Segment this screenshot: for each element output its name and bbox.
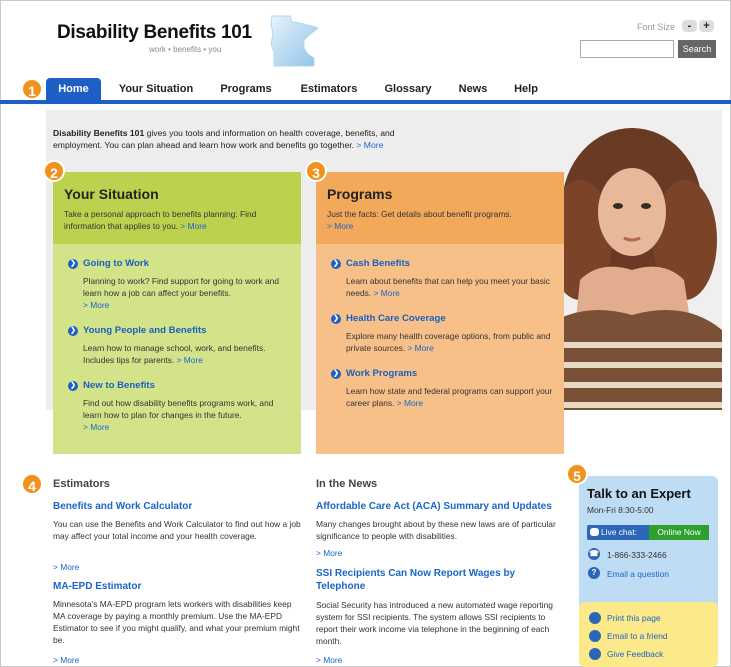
chat-bubble-icon xyxy=(590,528,599,536)
intro-bold: Disability Benefits 101 xyxy=(53,128,145,138)
print-page-link[interactable]: Print this page xyxy=(607,613,661,623)
health-care-item: ❯ Health Care Coverage Explore many healt… xyxy=(331,313,553,354)
print-icon xyxy=(589,612,601,624)
ma-epd-estimator-more-link[interactable]: > More xyxy=(53,655,79,665)
news-heading: In the News xyxy=(316,478,378,490)
health-care-desc: Explore many health coverage options, fr… xyxy=(346,331,551,353)
going-to-work-desc: Planning to work? Find support for going… xyxy=(83,276,279,310)
callout-badge-4: 4 xyxy=(21,473,43,495)
health-care-link[interactable]: ❯ Health Care Coverage xyxy=(331,313,553,324)
email-question-link[interactable]: Email a question xyxy=(607,569,669,579)
programs-desc: Just the facts: Get details about benefi… xyxy=(327,209,512,231)
nav-your-situation[interactable]: Your Situation xyxy=(108,78,204,100)
aca-summary-link[interactable]: Affordable Care Act (ACA) Summary and Up… xyxy=(316,500,566,513)
feedback-icon xyxy=(589,648,601,660)
your-situation-more-link[interactable]: > More xyxy=(180,221,206,231)
nav-home[interactable]: Home xyxy=(46,78,101,100)
new-to-benefits-desc: Find out how disability benefits program… xyxy=(83,398,274,432)
programs-more-link[interactable]: > More xyxy=(327,221,353,231)
ssi-wages-link[interactable]: SSI Recipients Can Now Report Wages by T… xyxy=(316,567,556,593)
work-programs-desc: Learn how state and federal programs can… xyxy=(346,386,553,408)
going-to-work-item: ❯ Going to Work Planning to work? Find su… xyxy=(68,258,290,311)
font-decrease-button[interactable]: - xyxy=(682,20,697,32)
chevron-right-icon: ❯ xyxy=(331,259,341,269)
site-tagline: work • benefits • you xyxy=(149,45,222,54)
nav-help[interactable]: Help xyxy=(506,78,546,100)
new-to-benefits-item: ❯ New to Benefits Find out how disability… xyxy=(68,380,290,433)
young-people-desc: Learn how to manage school, work, and be… xyxy=(83,343,266,365)
email-icon xyxy=(589,630,601,642)
your-situation-panel: Your Situation Take a personal approach … xyxy=(53,172,301,454)
minnesota-map-logo xyxy=(270,15,320,67)
chevron-right-icon: ❯ xyxy=(68,259,78,269)
chevron-right-icon: ❯ xyxy=(331,369,341,379)
chevron-right-icon: ❯ xyxy=(68,326,78,336)
nav-estimators[interactable]: Estimators xyxy=(292,78,366,100)
ssi-wages-more-link[interactable]: > More xyxy=(316,655,342,665)
search-button[interactable]: Search xyxy=(678,40,716,58)
programs-header: Programs Just the facts: Get details abo… xyxy=(316,172,564,244)
phone-icon: ☎ xyxy=(588,548,600,560)
nav-news[interactable]: News xyxy=(450,78,496,100)
your-situation-desc: Take a personal approach to benefits pla… xyxy=(64,209,257,231)
chevron-right-icon: ❯ xyxy=(68,381,78,391)
callout-badge-5: 5 xyxy=(566,463,588,485)
live-chat-button[interactable]: Live chat: xyxy=(587,525,649,540)
chevron-right-icon: ❯ xyxy=(331,314,341,324)
benefits-work-calculator-desc: You can use the Benefits and Work Calcul… xyxy=(53,519,301,541)
aca-summary-desc: Many changes brought about by these new … xyxy=(316,519,556,541)
nav-programs[interactable]: Programs xyxy=(210,78,282,100)
young-people-item: ❯ Young People and Benefits Learn how to … xyxy=(68,325,290,366)
going-to-work-link[interactable]: ❯ Going to Work xyxy=(68,258,290,269)
your-situation-header: Your Situation Take a personal approach … xyxy=(53,172,301,244)
aca-summary-more-link[interactable]: > More xyxy=(316,548,342,558)
work-programs-item: ❯ Work Programs Learn how state and feder… xyxy=(331,368,553,409)
font-size-label: Font Size xyxy=(637,22,676,32)
question-icon: ? xyxy=(588,567,600,579)
ma-epd-estimator-link[interactable]: MA-EPD Estimator xyxy=(53,580,141,593)
programs-panel: Programs Just the facts: Get details abo… xyxy=(316,172,564,454)
talk-to-expert-box: Talk to an Expert Mon-Fri 8:30-5:00 Live… xyxy=(579,476,718,614)
new-to-benefits-link[interactable]: ❯ New to Benefits xyxy=(68,380,290,391)
programs-title[interactable]: Programs xyxy=(327,186,553,202)
going-to-work-more-link[interactable]: > More xyxy=(83,300,109,310)
main-nav: Home Your Situation Programs Estimators … xyxy=(0,78,731,100)
share-box: Print this page Email to a friend Give F… xyxy=(579,602,718,667)
site-title[interactable]: Disability Benefits 101 xyxy=(57,22,252,44)
benefits-work-calculator-more-link[interactable]: > More xyxy=(53,562,79,572)
intro-more-link[interactable]: > More xyxy=(356,140,383,150)
expert-hours: Mon-Fri 8:30-5:00 xyxy=(587,505,654,515)
benefits-work-calculator-link[interactable]: Benefits and Work Calculator xyxy=(53,500,192,513)
young-people-more-link[interactable]: > More xyxy=(177,355,203,365)
cash-benefits-link[interactable]: ❯ Cash Benefits xyxy=(331,258,553,269)
young-people-link[interactable]: ❯ Young People and Benefits xyxy=(68,325,290,336)
intro-text: Disability Benefits 101 gives you tools … xyxy=(53,127,423,151)
cash-benefits-desc: Learn about benefits that can help you m… xyxy=(346,276,550,298)
expert-phone: 1-866-333-2466 xyxy=(607,550,667,560)
ma-epd-estimator-desc: Minnesota's MA-EPD program lets workers … xyxy=(53,599,300,645)
font-increase-button[interactable]: + xyxy=(699,20,714,32)
callout-badge-2: 2 xyxy=(43,160,65,182)
work-programs-link[interactable]: ❯ Work Programs xyxy=(331,368,553,379)
cash-benefits-more-link[interactable]: > More xyxy=(373,288,399,298)
estimators-heading: Estimators xyxy=(53,478,110,490)
chat-status-badge[interactable]: Online Now xyxy=(649,525,709,540)
nav-glossary[interactable]: Glossary xyxy=(376,78,440,100)
work-programs-more-link[interactable]: > More xyxy=(397,398,423,408)
email-friend-link[interactable]: Email to a friend xyxy=(607,631,668,641)
health-care-more-link[interactable]: > More xyxy=(407,343,433,353)
cash-benefits-item: ❯ Cash Benefits Learn about benefits that… xyxy=(331,258,553,299)
nav-underline xyxy=(0,100,731,104)
callout-badge-3: 3 xyxy=(305,160,327,182)
search-input[interactable] xyxy=(580,40,674,58)
ssi-wages-desc: Social Security has introduced a new aut… xyxy=(316,600,553,646)
your-situation-title[interactable]: Your Situation xyxy=(64,186,290,202)
new-to-benefits-more-link[interactable]: > More xyxy=(83,422,109,432)
expert-title: Talk to an Expert xyxy=(587,486,691,501)
give-feedback-link[interactable]: Give Feedback xyxy=(607,649,663,659)
callout-badge-1: 1 xyxy=(21,78,43,100)
